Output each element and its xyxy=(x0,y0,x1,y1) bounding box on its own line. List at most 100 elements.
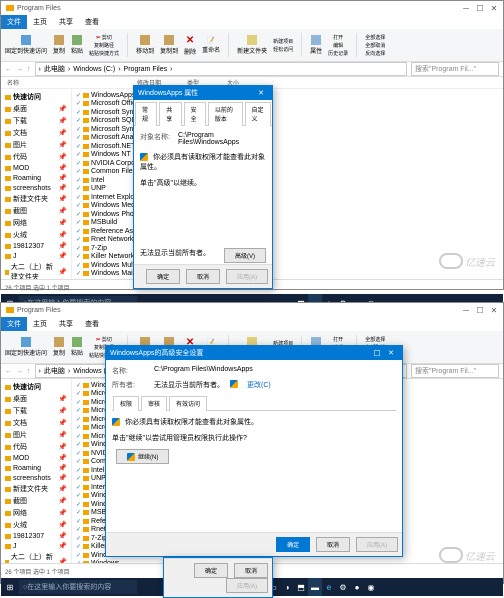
tab-general[interactable]: 常规 xyxy=(135,102,157,126)
sidebar-item[interactable]: 文档📌 xyxy=(3,127,69,139)
sidebar-item[interactable]: 网络📌 xyxy=(3,217,69,229)
tab-home[interactable]: 主页 xyxy=(27,15,53,29)
folder-row[interactable]: ✓Windows xyxy=(74,560,501,564)
sidebar-item[interactable]: 桌面📌 xyxy=(3,103,69,115)
sidebar-item[interactable]: 新建文件夹📌 xyxy=(3,193,69,205)
taskbar-search[interactable]: ○ 在这里输入你要搜索的内容 xyxy=(19,580,137,594)
back-button[interactable]: ← xyxy=(5,368,12,375)
sidebar-item[interactable]: Roaming📌 xyxy=(3,173,69,183)
sidebar-item[interactable]: 图片📌 xyxy=(3,429,69,441)
address-bar[interactable]: ›此电脑›Windows (C:)›Program Files› xyxy=(35,62,408,76)
browser-icon[interactable]: ● xyxy=(350,578,364,596)
up-button[interactable]: ↑ xyxy=(27,368,31,375)
copy-button[interactable]: 复制 xyxy=(53,35,65,55)
sidebar-item[interactable]: 截图📌 xyxy=(3,495,69,507)
select-small[interactable]: 全部选择全部取消反向选择 xyxy=(365,34,385,57)
tab-view[interactable]: 查看 xyxy=(79,15,105,29)
ok-button[interactable]: 确定 xyxy=(146,269,180,284)
tab-permissions[interactable]: 权限 xyxy=(113,396,139,411)
paste-button[interactable]: 粘贴 xyxy=(71,35,83,55)
ok-button[interactable]: 确定 xyxy=(194,563,228,578)
sidebar-item[interactable]: 大二（上）新建文件夹📌 xyxy=(3,261,69,279)
rename-button[interactable]: 📝重命名 xyxy=(202,37,220,54)
new-small[interactable]: 新建项目轻松访问 xyxy=(273,38,293,53)
tab-previous[interactable]: 以前的版本 xyxy=(208,102,243,126)
moveto-button[interactable]: 移动到 xyxy=(136,35,154,55)
search-input[interactable]: 搜索"Program Fil..." xyxy=(411,364,499,378)
pin-button[interactable]: 固定到快速访问 xyxy=(5,35,47,55)
edge-icon[interactable]: e xyxy=(322,578,336,596)
continue-button[interactable]: 继续(N) xyxy=(116,449,169,464)
sidebar-quick-access[interactable]: 快速访问 xyxy=(3,381,69,393)
sidebar-item[interactable]: 图片📌 xyxy=(3,139,69,151)
tab-share[interactable]: 共享 xyxy=(53,15,79,29)
tab-sharing[interactable]: 共享 xyxy=(159,102,181,126)
sidebar-item[interactable]: 火绒📌 xyxy=(3,519,69,531)
settings-icon[interactable]: ⚙ xyxy=(336,578,350,596)
tab-share[interactable]: 共享 xyxy=(53,317,79,331)
sidebar-item[interactable]: 下载📌 xyxy=(3,405,69,417)
tab-auditing[interactable]: 审核 xyxy=(141,396,167,411)
sidebar-item[interactable]: MOD📌 xyxy=(3,453,69,463)
sidebar-item[interactable]: 代码📌 xyxy=(3,151,69,163)
newfolder-button[interactable]: 新建文件夹 xyxy=(237,35,267,55)
sidebar-item[interactable]: 大二（上）新建文件夹📌 xyxy=(3,551,69,563)
tab-effective[interactable]: 有效访问 xyxy=(169,396,207,411)
cancel-button[interactable]: 取消 xyxy=(186,269,220,284)
clipboard-small[interactable]: ✂ 剪切 复制路径 粘贴快捷方式 xyxy=(89,34,119,57)
chrome-icon[interactable]: ◉ xyxy=(364,578,378,596)
forward-button[interactable]: → xyxy=(16,66,23,73)
sidebar-item[interactable]: J📌 xyxy=(3,541,69,551)
tab-security[interactable]: 安全 xyxy=(184,102,206,126)
sidebar-item[interactable]: 19812307📌 xyxy=(3,241,69,251)
sidebar-item[interactable]: 19812307📌 xyxy=(3,531,69,541)
change-owner-link[interactable]: 更改(C) xyxy=(247,380,271,390)
open-small[interactable]: 打开编辑历史记录 xyxy=(328,34,348,57)
sidebar-item[interactable]: 火绒📌 xyxy=(3,229,69,241)
copyto-button[interactable]: 复制到 xyxy=(160,35,178,55)
pin-button[interactable]: 固定到快速访问 xyxy=(5,337,47,357)
forward-button[interactable]: → xyxy=(16,368,23,375)
tab-file[interactable]: 文件 xyxy=(1,15,27,29)
tab-home[interactable]: 主页 xyxy=(27,317,53,331)
dialog-close-button[interactable]: ✕ xyxy=(384,349,398,357)
start-button[interactable]: ⊞ xyxy=(1,578,19,596)
maximize-button[interactable]: ☐ xyxy=(473,303,487,317)
store-icon[interactable]: ⬒ xyxy=(294,578,308,596)
sidebar-item[interactable]: screenshots📌 xyxy=(3,473,69,483)
cancel-button[interactable]: 取消 xyxy=(234,563,268,578)
back-button[interactable]: ← xyxy=(5,66,12,73)
apply-button[interactable]: 应用(A) xyxy=(356,537,398,552)
dialog-titlebar[interactable]: WindowsApps的高级安全设置 ☐ ✕ xyxy=(106,346,402,360)
tab-file[interactable]: 文件 xyxy=(1,317,27,331)
delete-button[interactable]: ✕删除 xyxy=(184,35,196,56)
up-button[interactable]: ↑ xyxy=(27,66,31,73)
copy-button[interactable]: 复制 xyxy=(53,337,65,357)
close-button[interactable]: ✕ xyxy=(487,303,501,317)
sidebar-item[interactable]: 截图📌 xyxy=(3,205,69,217)
close-button[interactable]: ✕ xyxy=(487,1,501,15)
sidebar-item[interactable]: screenshots📌 xyxy=(3,183,69,193)
minimize-button[interactable]: ─ xyxy=(459,1,473,15)
ok-button[interactable]: 确定 xyxy=(276,537,310,552)
sidebar-item[interactable]: 新建文件夹📌 xyxy=(3,483,69,495)
properties-button[interactable]: 属性 xyxy=(310,35,322,55)
dialog-titlebar[interactable]: WindowsApps 属性 ✕ xyxy=(134,86,272,100)
tab-view[interactable]: 查看 xyxy=(79,317,105,331)
sidebar-item[interactable]: 网络📌 xyxy=(3,507,69,519)
cancel-button[interactable]: 取消 xyxy=(316,537,350,552)
dialog-close-button[interactable]: ✕ xyxy=(254,89,268,97)
sidebar-item[interactable]: 下载📌 xyxy=(3,115,69,127)
sidebar-item[interactable]: J📌 xyxy=(3,251,69,261)
sidebar-item[interactable]: 桌面📌 xyxy=(3,393,69,405)
sidebar-item[interactable]: 文档📌 xyxy=(3,417,69,429)
paste-button[interactable]: 粘贴 xyxy=(71,337,83,357)
sidebar-item[interactable]: 代码📌 xyxy=(3,441,69,453)
sidebar-quick-access[interactable]: 快速访问 xyxy=(3,91,69,103)
sidebar-item[interactable]: MOD📌 xyxy=(3,163,69,173)
search-input[interactable]: 搜索"Program Fil..." xyxy=(411,62,499,76)
cortana-icon[interactable]: ◑ xyxy=(280,578,294,596)
dialog-maximize-button[interactable]: ☐ xyxy=(370,346,384,360)
maximize-button[interactable]: ☐ xyxy=(473,1,487,15)
sidebar-item[interactable]: Roaming📌 xyxy=(3,463,69,473)
